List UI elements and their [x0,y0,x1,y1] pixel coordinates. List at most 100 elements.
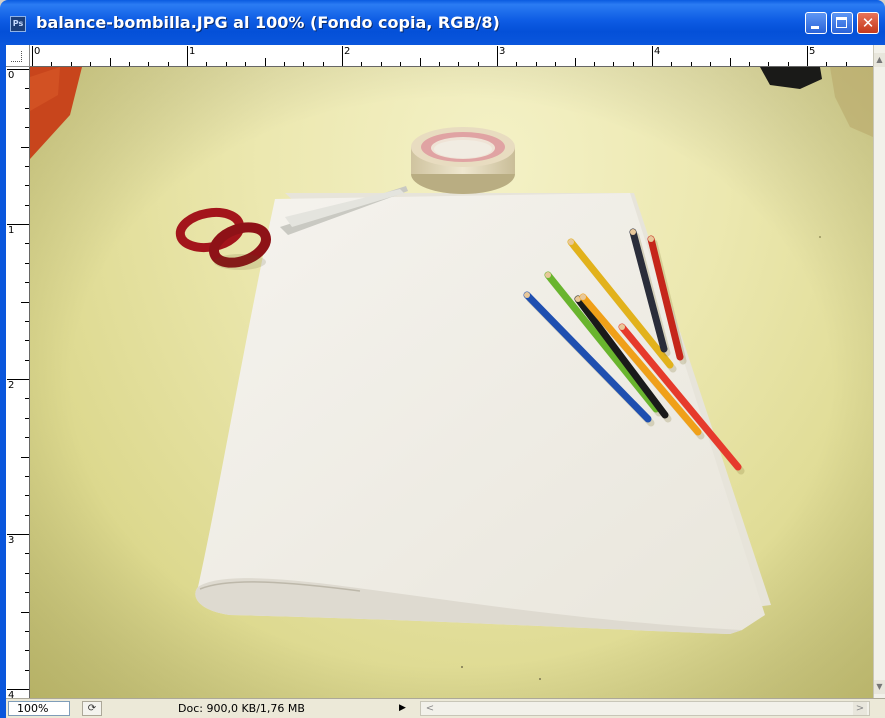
ruler-tick [25,127,29,129]
ruler-tick [574,58,576,66]
photo-content [30,67,873,698]
triangle-right-icon[interactable]: ▶ [399,702,406,715]
ruler-tick [25,340,29,342]
scroll-up-icon[interactable]: ▲ [874,53,885,67]
ruler-label: 2 [8,380,15,391]
ruler-label: 1 [189,46,196,57]
ruler-tick [25,359,29,361]
maximize-icon [836,17,847,28]
ruler-tick [128,62,130,66]
ruler-tick [632,62,634,66]
ruler-tick [748,62,750,66]
vertical-ruler[interactable]: 0 1 2 3 4 [6,67,30,698]
ruler-tick [206,62,208,66]
ruler-tick [21,301,29,303]
navigator-icon[interactable]: ⟳ [82,701,102,716]
ruler-tick [283,62,285,66]
ruler-tick [342,46,343,66]
ruler-tick [400,62,402,66]
pencil-tip [619,324,625,330]
photoshop-document-icon[interactable]: Ps [10,16,26,32]
ruler-tick [497,46,498,66]
ruler-tick [458,62,460,66]
ruler-tick [555,62,557,66]
pencil-tip [524,292,530,298]
resize-grip-icon[interactable] [872,701,884,716]
ruler-tick [25,107,29,109]
ruler-tick [25,650,29,652]
app-icon-label: Ps [12,19,24,28]
pencil-tip [545,272,551,278]
ruler-tick [25,592,29,594]
ruler-tick [380,62,382,66]
ruler-tick [710,62,712,66]
ruler-tick [148,62,150,66]
scroll-right-icon[interactable]: > [853,702,867,715]
ruler-tick [25,185,29,187]
ruler-tick [25,417,29,419]
ruler-tick [322,62,324,66]
ruler-label: 3 [8,535,15,546]
ruler-tick [25,669,29,671]
ruler-tick [21,146,29,148]
ruler-tick [245,62,247,66]
ruler-label: 3 [499,46,506,57]
ruler-tick [167,62,169,66]
close-button[interactable]: ✕ [857,12,879,34]
title-bar[interactable]: Ps balance-bombilla.JPG al 100% (Fondo c… [0,0,885,45]
ruler-label: 4 [654,46,661,57]
ruler-tick [787,62,789,66]
maximize-button[interactable] [831,12,853,34]
window-title: balance-bombilla.JPG al 100% (Fondo copi… [36,13,500,32]
ruler-tick [438,62,440,66]
ruler-tick [690,62,692,66]
ruler-tick [25,282,29,284]
ruler-tick [361,62,363,66]
ruler-tick [845,62,847,66]
ruler-tick [419,58,421,66]
tape-roll [411,127,515,194]
scroll-left-icon[interactable]: < [423,702,437,715]
pencil-tip [630,229,636,235]
document-size-info[interactable]: Doc: 900,0 KB/1,76 MB [178,702,305,715]
ruler-tick [25,475,29,477]
ruler-tick [25,553,29,555]
image-canvas[interactable] [30,67,873,698]
ruler-tick [25,320,29,322]
pencil-tip [648,236,654,242]
ruler-tick [32,46,33,66]
ruler-tick [109,58,111,66]
vertical-scrollbar[interactable]: ▲ ▼ [873,45,885,698]
ruler-tick [25,572,29,574]
ruler-origin-corner[interactable] [6,45,30,67]
minimize-button[interactable] [805,12,827,34]
horizontal-scrollbar[interactable]: < > [420,701,870,716]
ruler-tick [25,630,29,632]
ruler-tick [25,495,29,497]
pencil-tip [568,239,574,245]
ruler-tick [593,62,595,66]
ruler-tick [25,398,29,400]
scroll-down-icon[interactable]: ▼ [874,680,885,694]
ruler-tick [25,88,29,90]
close-icon: ✕ [861,14,875,32]
ruler-tick [225,62,227,66]
ruler-tick [21,611,29,613]
ruler-tick [25,243,29,245]
horizontal-ruler[interactable]: 0 1 2 3 4 5 [30,45,873,67]
minimize-icon [811,26,819,29]
zoom-level-field[interactable]: 100% [8,701,70,716]
ruler-tick [51,62,53,66]
ruler-tick [264,58,266,66]
ruler-tick [21,456,29,458]
status-bar: 100% ⟳ Doc: 900,0 KB/1,76 MB ▶ < > [6,698,885,718]
ruler-tick [729,58,731,66]
ruler-label: 5 [809,46,816,57]
ruler-tick [516,62,518,66]
ruler-tick [25,437,29,439]
ruler-tick [303,62,305,66]
pencil-tip [580,294,586,300]
ruler-tick [25,204,29,206]
ruler-tick [70,62,72,66]
ruler-tick [535,62,537,66]
